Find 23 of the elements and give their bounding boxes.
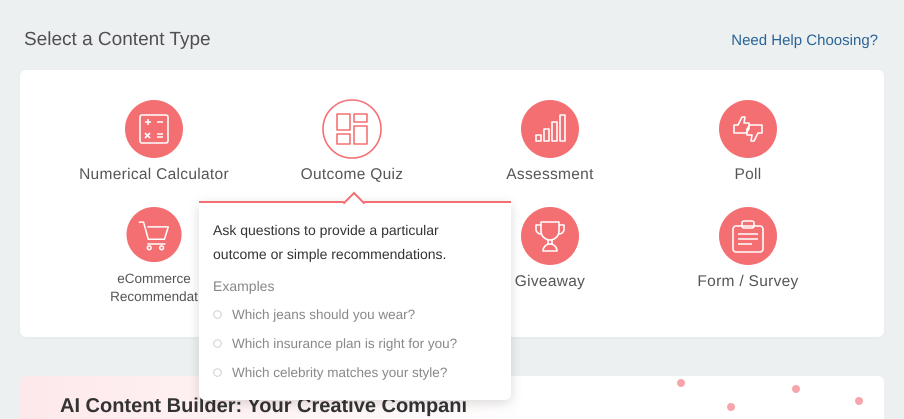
thumbs-icon <box>718 99 778 159</box>
help-link[interactable]: Need Help Choosing? <box>731 32 878 48</box>
content-type-tile[interactable]: Poll <box>718 99 778 199</box>
bar-chart-icon <box>520 99 580 159</box>
example-question: Which jeans should you wear? <box>232 307 416 322</box>
examples-heading: Examples <box>213 278 276 294</box>
page-title: Select a Content Type <box>24 29 211 51</box>
example-question: Which celebrity matches your style? <box>232 365 448 380</box>
trophy-icon <box>520 206 580 266</box>
content-type-tile[interactable]: Numerical Calculator <box>79 99 229 199</box>
content-type-tile[interactable]: Assessment <box>506 99 594 199</box>
content-type-tile[interactable]: eCommerce Recommendat <box>99 206 209 306</box>
bullet-icon <box>213 339 222 348</box>
content-type-tile[interactable]: Giveaway <box>514 206 586 306</box>
cart-icon <box>124 206 184 263</box>
example-question: Which insurance plan is right for you? <box>232 336 458 351</box>
popover-description: Ask questions to provide a particular outcome or simple recommendations. <box>213 221 448 264</box>
bullet-icon <box>213 310 222 319</box>
content-type-tile[interactable]: Form / Survey <box>697 206 799 306</box>
clipboard-icon <box>718 206 778 266</box>
bullet-icon <box>213 368 222 377</box>
calculator-icon <box>124 99 184 159</box>
content-type-tile[interactable]: Outcome Quiz <box>300 99 404 199</box>
